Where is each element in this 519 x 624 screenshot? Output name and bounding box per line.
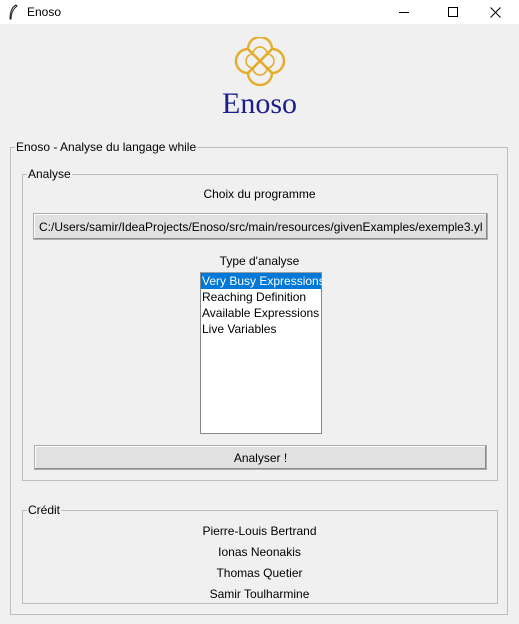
credit-name: Pierre-Louis Bertrand [202, 524, 317, 538]
maximize-button[interactable] [430, 0, 476, 24]
minimize-icon [399, 12, 409, 13]
analyse-button[interactable]: Analyser ! [34, 445, 487, 470]
list-item-available-expressions[interactable]: Available Expressions [201, 305, 321, 321]
maximize-icon [448, 7, 458, 17]
credit-name: Thomas Quetier [216, 566, 303, 580]
main-group-legend: Enoso - Analyse du langage while [16, 140, 197, 154]
credit-name: Ionas Neonakis [218, 545, 301, 559]
analysis-group-legend: Analyse [28, 167, 71, 181]
list-item-very-busy-expressions[interactable]: Very Busy Expressions [201, 273, 325, 289]
feather-icon [9, 4, 18, 20]
credits-group-legend: Crédit [28, 503, 61, 517]
analysis-type-list[interactable]: Very Busy Expressions Reaching Definitio… [200, 272, 325, 434]
program-label: Choix du programme [203, 187, 316, 201]
credit-name: Samir Toulharmine [209, 587, 310, 601]
minimize-button[interactable] [381, 0, 427, 24]
program-file-button[interactable]: C:/Users/samir/IdeaProjects/Enoso/src/ma… [33, 213, 488, 240]
title-bar: Enoso [0, 0, 519, 24]
analysis-type-label: Type d'analyse [219, 254, 300, 268]
list-item-live-variables[interactable]: Live Variables [201, 321, 321, 337]
enoso-logo-icon [234, 37, 286, 86]
list-item-reaching-definition[interactable]: Reaching Definition [201, 289, 321, 305]
brand-title: Enoso [222, 87, 297, 120]
close-icon [489, 6, 501, 18]
close-button[interactable] [472, 0, 518, 24]
window-title: Enoso [27, 5, 62, 19]
